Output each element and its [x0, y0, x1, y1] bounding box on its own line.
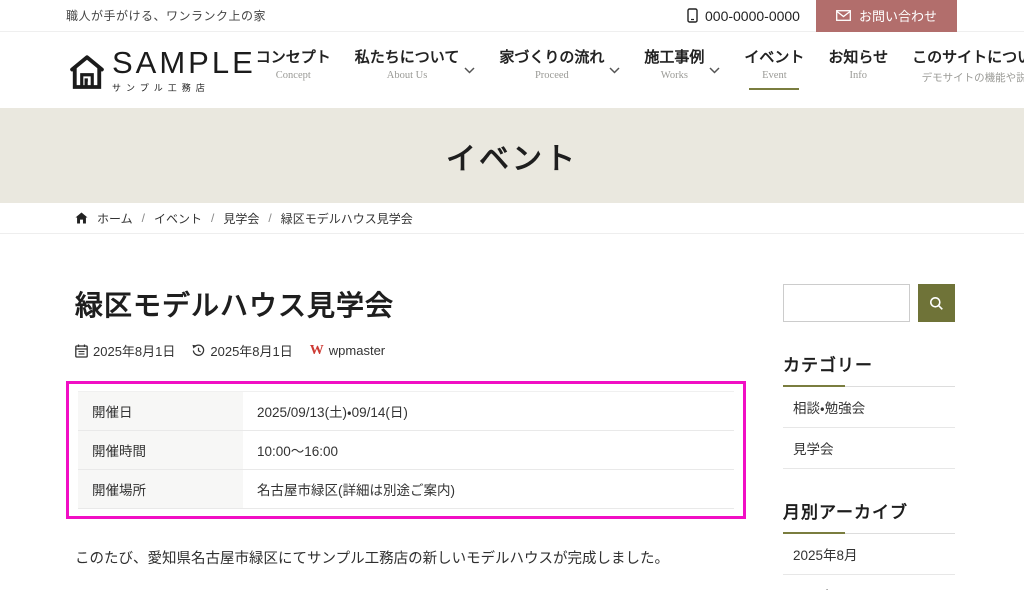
nav-item-works[interactable]: 施工事例Works: [644, 46, 720, 90]
envelope-icon: [836, 10, 851, 21]
main-content: 緑区モデルハウス見学会 2025年8月1日 2025年8月1日 W wpmast…: [0, 234, 1024, 590]
topbar: 職人が手がける、ワンランク上の家 000-0000-0000 お問い合わせ: [0, 0, 1024, 32]
nav-item-about[interactable]: 私たちについてAbout Us: [355, 46, 476, 90]
published-date: 2025年8月1日: [75, 341, 175, 360]
house-logo-icon: [66, 52, 108, 94]
page-hero: イベント: [0, 108, 1024, 203]
table-row: 開催時間 10:00〜16:00: [78, 431, 734, 470]
mobile-phone-icon: [686, 8, 699, 23]
chevron-down-icon: [609, 67, 620, 74]
archives-title: 月別アーカイブ: [783, 498, 955, 534]
topbar-right: 000-0000-0000 お問い合わせ: [686, 0, 957, 32]
post-title: 緑区モデルハウス見学会: [75, 284, 737, 324]
table-row: 開催場所 名古屋市緑区(詳細は別途ご案内): [78, 470, 734, 509]
wordpress-author-icon: W: [310, 343, 324, 359]
chevron-down-icon: [709, 67, 720, 74]
site-header: SAMPLE サンプル工務店 コンセプトConcept 私たちについてAbout…: [0, 32, 1024, 108]
home-icon: [75, 212, 88, 224]
post-meta: 2025年8月1日 2025年8月1日 W wpmaster: [75, 341, 737, 360]
body-paragraph-1: このたび、愛知県名古屋市緑区にてサンプル工務店の新しいモデルハウスが完成しました…: [75, 546, 737, 572]
breadcrumb-tour[interactable]: 見学会: [223, 210, 259, 227]
calendar-icon: [75, 344, 88, 358]
updated-date: 2025年8月1日: [192, 341, 292, 360]
archive-item-2025-07[interactable]: 2025年7月: [783, 575, 955, 590]
nav-item-concept[interactable]: コンセプトConcept: [256, 46, 331, 90]
highlight-annotation: 開催日 2025/09/13(土)・09/14(日) 開催時間 10:00〜16…: [66, 381, 746, 519]
categories-list: 相談・勉強会 見学会: [783, 387, 955, 469]
site-tagline: 職人が手がける、ワンランク上の家: [66, 7, 686, 24]
search-widget: [783, 284, 955, 322]
history-icon: [192, 344, 205, 357]
nav-item-about-site[interactable]: このサイトについてデモサイトの機能や説明: [912, 46, 1024, 94]
table-row: 開催日 2025/09/13(土)・09/14(日): [78, 392, 734, 431]
phone-number: 000-0000-0000: [705, 8, 800, 24]
categories-title: カテゴリー: [783, 351, 955, 387]
sidebar: カテゴリー 相談・勉強会 見学会 月別アーカイブ 2025年8月 2025年7月: [783, 284, 955, 590]
archive-item-2025-08[interactable]: 2025年8月: [783, 534, 955, 575]
contact-button-label: お問い合わせ: [859, 6, 937, 25]
main-nav: コンセプトConcept 私たちについてAbout Us 家づくりの流れProc…: [256, 46, 1024, 94]
logo-text: SAMPLE サンプル工務店: [112, 47, 256, 94]
search-icon: [929, 296, 944, 311]
nav-item-event[interactable]: イベントEvent: [744, 46, 804, 90]
chevron-down-icon: [464, 67, 475, 74]
category-item-soudan[interactable]: 相談・勉強会: [783, 387, 955, 428]
logo-subname: サンプル工務店: [112, 81, 256, 94]
archives-list: 2025年8月 2025年7月: [783, 534, 955, 590]
phone-link[interactable]: 000-0000-0000: [686, 8, 800, 24]
breadcrumb-current: 緑区モデルハウス見学会: [281, 210, 413, 227]
nav-item-proceed[interactable]: 家づくりの流れProceed: [499, 46, 620, 90]
author: W wpmaster: [310, 343, 385, 359]
search-input[interactable]: [783, 284, 910, 322]
event-details-table: 開催日 2025/09/13(土)・09/14(日) 開催時間 10:00〜16…: [78, 391, 734, 509]
nav-item-info[interactable]: お知らせInfo: [828, 46, 888, 90]
breadcrumb-event[interactable]: イベント: [154, 210, 202, 227]
category-item-kengakukai[interactable]: 見学会: [783, 428, 955, 469]
contact-button[interactable]: お問い合わせ: [816, 0, 957, 32]
breadcrumb-home[interactable]: ホーム: [97, 210, 133, 227]
search-button[interactable]: [918, 284, 955, 322]
breadcrumb: ホーム / イベント / 見学会 / 緑区モデルハウス見学会: [0, 203, 1024, 234]
page-title: イベント: [446, 134, 578, 178]
site-logo[interactable]: SAMPLE サンプル工務店: [66, 47, 256, 94]
logo-name: SAMPLE: [112, 47, 256, 78]
article: 緑区モデルハウス見学会 2025年8月1日 2025年8月1日 W wpmast…: [75, 284, 737, 590]
